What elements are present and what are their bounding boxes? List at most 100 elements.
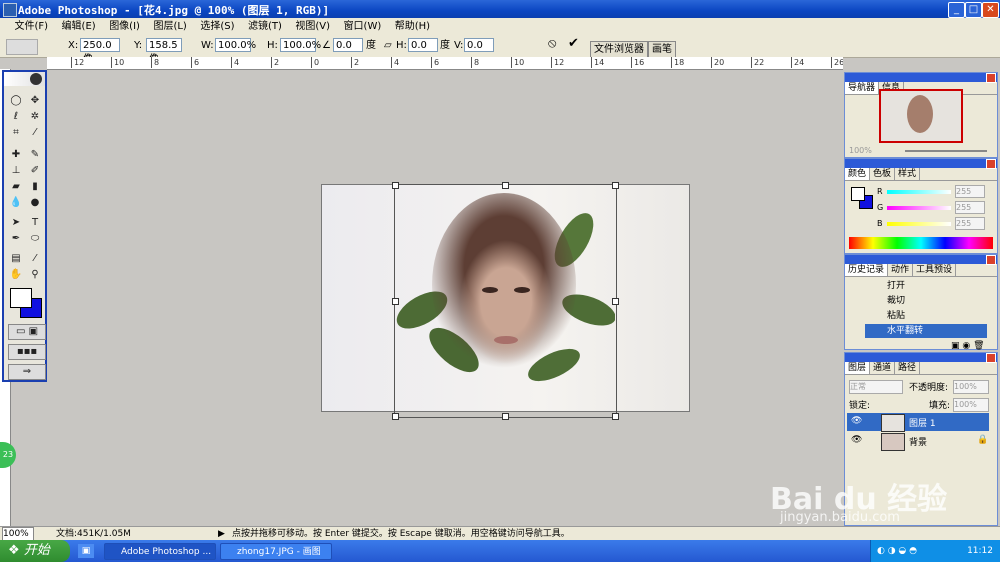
layer-name[interactable]: 背景 [909, 435, 927, 448]
history-item[interactable]: 打开 [865, 279, 985, 293]
marquee-tool-icon[interactable]: ◯ [9, 94, 23, 107]
handle-top[interactable] [502, 182, 509, 189]
handle-top-left[interactable] [392, 182, 399, 189]
menu-edit[interactable]: 编辑(E) [57, 18, 101, 35]
blur-tool-icon[interactable]: 💧 [9, 196, 23, 209]
menu-file[interactable]: 文件(F) [10, 18, 54, 35]
magic-wand-tool-icon[interactable]: ✲ [28, 110, 42, 123]
hand-tool-icon[interactable]: ✋ [9, 268, 23, 281]
handle-bottom[interactable] [502, 413, 509, 420]
tray-icons[interactable]: ◐ ◑ ◒ ◓ [877, 540, 917, 562]
r-slider[interactable] [887, 190, 951, 194]
menu-layer[interactable]: 图层(L) [148, 18, 191, 35]
tab-history[interactable]: 历史记录 [845, 264, 889, 276]
close-icon[interactable] [986, 255, 996, 265]
history-buttons[interactable]: ▣ ◉ 🗑 [951, 341, 985, 351]
type-tool-icon[interactable]: T [28, 216, 42, 229]
handle-top-right[interactable] [612, 182, 619, 189]
history-item[interactable]: 裁切 [865, 294, 985, 308]
file-browser-tab[interactable]: 文件浏览器 [590, 41, 648, 57]
tab-color[interactable]: 颜色 [845, 168, 871, 180]
shape-tool-icon[interactable]: ⬭ [28, 232, 42, 245]
fill-field[interactable]: 100% [953, 398, 989, 412]
navigator-preview[interactable] [879, 89, 963, 143]
close-icon[interactable] [986, 159, 996, 169]
menu-view[interactable]: 视图(V) [290, 18, 335, 35]
brush-tool-icon[interactable]: ✎ [28, 148, 42, 161]
width-field[interactable]: 100.0% [215, 38, 256, 52]
close-button[interactable]: ✕ [982, 2, 999, 18]
handle-bottom-left[interactable] [392, 413, 399, 420]
b-value[interactable]: 255 [955, 217, 985, 230]
y-field[interactable]: 158.5 像 [146, 38, 182, 65]
brushes-tab[interactable]: 画笔 [648, 41, 676, 57]
color-ramp[interactable] [849, 237, 993, 249]
r-value[interactable]: 255 [955, 185, 985, 198]
navigator-zoom[interactable]: 100% [849, 146, 872, 155]
dodge-tool-icon[interactable]: ● [28, 196, 42, 209]
zoom-tool-icon[interactable]: ⚲ [28, 268, 42, 281]
quick-mask-mode-icon[interactable]: ▭ ▣ [8, 324, 46, 340]
close-icon[interactable] [986, 73, 996, 83]
slice-tool-icon[interactable]: ⁄ [28, 126, 42, 139]
opacity-field[interactable]: 100% [953, 380, 989, 394]
start-button[interactable]: ❖ 开始 [0, 540, 70, 562]
tab-navigator[interactable]: 导航器 [845, 82, 880, 94]
menu-window[interactable]: 窗口(W) [339, 18, 387, 35]
cancel-transform-button[interactable]: ⦸ [548, 37, 556, 51]
g-slider[interactable] [887, 206, 951, 210]
history-brush-tool-icon[interactable]: ✐ [28, 164, 42, 177]
tab-channels[interactable]: 通道 [870, 362, 896, 374]
menu-filter[interactable]: 滤镜(T) [243, 18, 287, 35]
tab-paths[interactable]: 路径 [895, 362, 921, 374]
b-slider[interactable] [887, 222, 951, 226]
menu-select[interactable]: 选择(S) [195, 18, 239, 35]
tool-preset-picker[interactable] [6, 39, 38, 55]
blend-mode-select[interactable]: 正常 [849, 380, 903, 394]
menu-help[interactable]: 帮助(H) [390, 18, 435, 35]
notes-tool-icon[interactable]: ▤ [9, 252, 23, 265]
menu-image[interactable]: 图像(I) [104, 18, 145, 35]
show-desktop-icon[interactable]: ▣ [78, 544, 94, 558]
task-photoshop[interactable]: Adobe Photoshop ... [104, 543, 216, 560]
healing-brush-tool-icon[interactable]: ✚ [9, 148, 23, 161]
tab-actions[interactable]: 动作 [888, 264, 914, 276]
eye-icon[interactable]: 👁 [851, 416, 862, 426]
angle-field[interactable]: 0.0 [333, 38, 363, 52]
pen-tool-icon[interactable]: ✒ [9, 232, 23, 245]
color-fg-swatch[interactable] [851, 187, 865, 201]
restore-button[interactable]: □ [965, 2, 982, 18]
task-paint[interactable]: zhong17.JPG - 画图 [220, 543, 332, 560]
tab-tool-presets[interactable]: 工具预设 [913, 264, 957, 276]
lasso-tool-icon[interactable]: ℓ [9, 110, 23, 123]
height-field[interactable]: 100.0% [280, 38, 321, 52]
history-item[interactable]: 粘贴 [865, 309, 985, 323]
tab-styles[interactable]: 样式 [895, 168, 921, 180]
tab-layers[interactable]: 图层 [845, 362, 871, 374]
foreground-color-swatch[interactable] [10, 288, 32, 308]
jump-to-imageready-icon[interactable]: ⇒ [8, 364, 46, 380]
screen-mode-icon[interactable]: ▪▪▪ [8, 344, 46, 360]
commit-transform-button[interactable]: ✔ [568, 37, 579, 51]
navigator-zoom-slider[interactable] [905, 150, 987, 152]
layer-name[interactable]: 图层 1 [909, 416, 936, 429]
layer-row[interactable]: 👁 背景 🔒 [847, 432, 989, 451]
gradient-tool-icon[interactable]: ▮ [28, 180, 42, 193]
g-value[interactable]: 255 [955, 201, 985, 214]
doc-size[interactable]: 文档:451K/1.05M [56, 527, 131, 541]
path-selection-tool-icon[interactable]: ➤ [9, 216, 23, 229]
minimize-button[interactable]: _ [948, 2, 965, 18]
zoom-field[interactable]: 100% [2, 527, 34, 541]
transform-bounding-box[interactable] [392, 182, 619, 420]
handle-left[interactable] [392, 298, 399, 305]
history-item-selected[interactable]: 水平翻转 [865, 324, 987, 338]
eyedropper-tool-icon[interactable]: ⁄ [28, 252, 42, 265]
crop-tool-icon[interactable]: ⌗ [9, 126, 23, 139]
tab-swatches[interactable]: 色板 [870, 168, 896, 180]
layer-row-selected[interactable]: 👁 图层 1 [847, 413, 989, 432]
eraser-tool-icon[interactable]: ▰ [9, 180, 23, 193]
move-tool-icon[interactable]: ✥ [28, 94, 42, 107]
x-field[interactable]: 250.0 像 [80, 38, 120, 65]
vskew-field[interactable]: 0.0 [464, 38, 494, 52]
close-icon[interactable] [986, 353, 996, 363]
